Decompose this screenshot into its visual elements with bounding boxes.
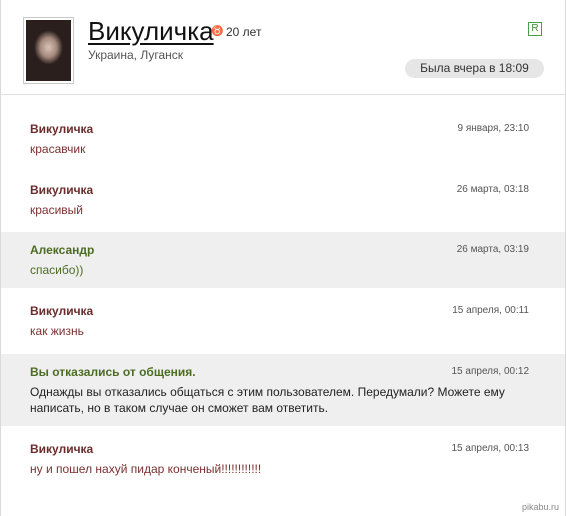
message-item: Александр 26 марта, 03:19 спасибо))	[1, 232, 565, 288]
message-author[interactable]: Викуличка	[30, 304, 93, 318]
profile-location: Украина, Луганск	[88, 48, 184, 62]
last-seen-badge: Была вчера в 18:09	[405, 59, 544, 78]
message-author[interactable]: Викуличка	[30, 183, 93, 197]
message-author[interactable]: Викуличка	[30, 442, 93, 456]
system-message-text: Однажды вы отказались общаться с этим по…	[30, 385, 505, 415]
message-time: 15 апреля, 00:11	[452, 305, 529, 316]
avatar-photo	[26, 20, 71, 81]
watermark: pikabu.ru	[521, 502, 559, 512]
message-author[interactable]: Викуличка	[30, 122, 93, 136]
message-item: Викуличка 15 апреля, 00:11 как жизнь	[1, 292, 565, 352]
message-text: спасибо))	[30, 263, 84, 277]
message-text: как жизнь	[30, 324, 84, 338]
profile-header: Викуличка ♉ 20 лет Украина, Луганск R Бы…	[1, 0, 565, 95]
chat-window: Викуличка ♉ 20 лет Украина, Луганск R Бы…	[0, 0, 566, 516]
message-time: 26 марта, 03:18	[456, 184, 529, 195]
zodiac-icon: ♉	[211, 26, 224, 37]
message-time: 15 апреля, 00:12	[451, 366, 530, 377]
avatar[interactable]	[23, 17, 74, 84]
message-time: 9 января, 23:10	[457, 123, 529, 134]
message-time: 15 апреля, 00:13	[451, 443, 530, 454]
r-badge-icon: R	[528, 22, 542, 36]
system-message-item: Вы отказались от общения. 15 апреля, 00:…	[1, 354, 565, 426]
message-item: Викуличка 9 января, 23:10 красавчик	[1, 110, 565, 170]
message-item: Викуличка 15 апреля, 00:13 ну и пошел на…	[1, 430, 565, 490]
message-text: красивый	[30, 203, 84, 217]
profile-name-link[interactable]: Викуличка	[88, 16, 214, 47]
message-text: красавчик	[30, 142, 86, 156]
message-time: 26 марта, 03:19	[456, 244, 529, 255]
message-text: ну и пошел нахуй пидар конченый!!!!!!!!!…	[30, 462, 262, 476]
profile-age: 20 лет	[226, 25, 262, 39]
message-item: Викуличка 26 марта, 03:18 красивый	[1, 171, 565, 231]
system-message-title: Вы отказались от общения.	[30, 365, 196, 379]
message-author[interactable]: Александр	[30, 243, 94, 257]
